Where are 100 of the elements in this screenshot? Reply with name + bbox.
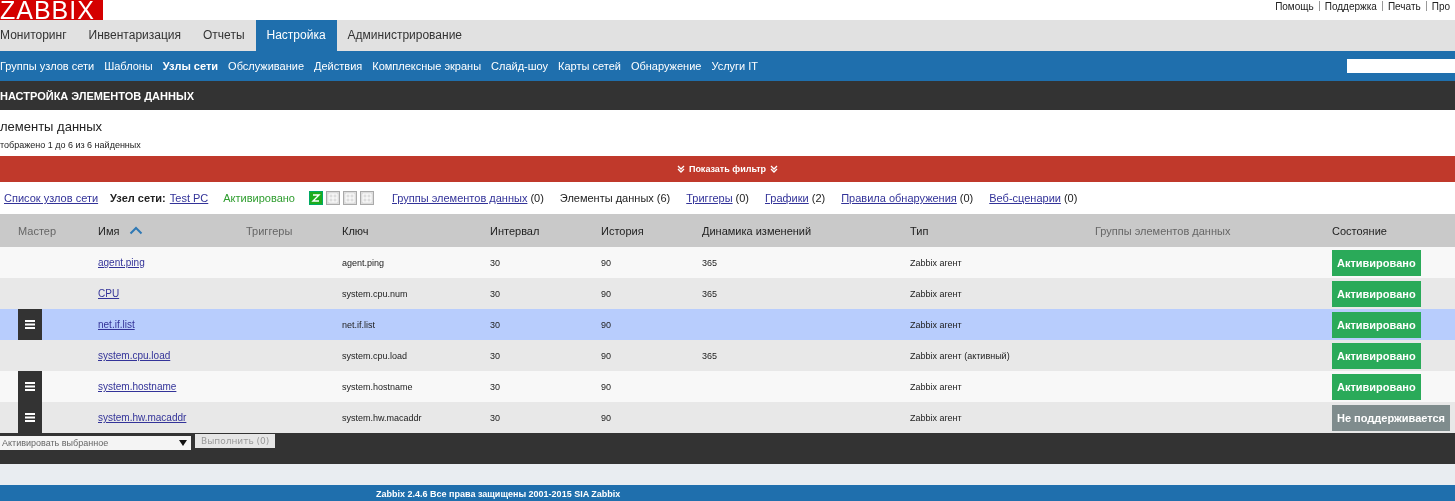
table-cell: Zabbix агент [910,288,962,299]
host-nav-link[interactable]: Правила обнаружения [841,192,957,204]
grid-icon [343,191,357,205]
host-link[interactable]: Test PC [169,192,209,204]
host-nav-link[interactable]: Группы элементов данных [392,192,528,204]
table-row[interactable]: net.if.list net.if.list 30 90 Zabbix агент Активировано [0,309,1455,340]
main-menu-tab[interactable]: Инвентаризация [77,20,193,51]
top-link[interactable]: Печать [1382,0,1426,12]
item-name-link[interactable]: system.cpu.load [98,350,171,361]
submenu-item[interactable]: Действия [309,60,368,72]
item-count: (6) [656,192,671,204]
host-nav-link[interactable]: Графики [765,192,809,204]
table-row[interactable]: agent.ping agent.ping 30 90 365 Zabbix агент Активировано [0,247,1455,278]
column-header: Интервал [490,224,540,237]
submenu-item[interactable]: Услуги IT [706,60,764,72]
column-header: История [601,224,644,237]
grid-icon [360,191,374,205]
table-cell: Zabbix агент [910,381,962,392]
item-name-link[interactable]: CPU [98,288,120,299]
host-nav-link[interactable]: Триггеры [686,192,733,204]
submenu-item[interactable]: Обнаружение [625,60,707,72]
table-cell: system.cpu.load [342,350,408,361]
table-cell: Zabbix агент [910,257,962,268]
main-menu-tab[interactable]: Мониторинг [0,20,78,51]
zabbix-logo[interactable]: ZABBIX [0,0,103,20]
menu-icon [25,413,35,422]
table-cell: 90 [601,319,611,330]
footer-text: Zabbix 2.4.6 Все права защищены 2001-2015 SIA Zabbix [376,488,621,499]
top-link[interactable]: Помощь [1270,0,1319,12]
item-name-link[interactable]: system.hw.macaddr [98,412,187,423]
table-cell: Zabbix агент (активный) [910,350,1010,361]
submenu-item[interactable]: Обслуживание [223,60,310,72]
table-cell: system.hostname [342,381,413,392]
top-link[interactable]: Поддержка [1319,0,1382,12]
menu-icon [25,382,35,391]
column-header: Ключ [342,224,369,237]
submenu-item[interactable]: Слайд-шоу [486,60,554,72]
table-cell: 30 [490,350,500,361]
chevron-down-icon [770,165,779,173]
item-name-link[interactable]: net.if.list [98,319,135,330]
table-cell: 30 [490,381,500,392]
item-count: (0) [959,192,974,204]
table-cell: system.cpu.num [342,288,408,299]
item-count: (0) [530,192,544,204]
table-cell: 30 [490,257,500,268]
item-count: (2) [811,192,826,204]
table-cell: 90 [601,381,611,392]
item-count: (0) [735,192,749,204]
menu-button[interactable] [18,309,42,340]
column-header: Тип [910,224,929,237]
submenu-item[interactable]: Шаблоны [99,60,158,72]
main-menu-tab[interactable]: Настройка [255,20,337,51]
host-label: Узел сети: [110,192,166,204]
item-name-link[interactable]: agent.ping [98,257,145,268]
host-nav-current: Элементы данных [559,192,654,204]
table-row[interactable]: system.hw.macaddr system.hw.macaddr 30 90 Zabbix агент Не поддерживается [0,402,1455,433]
host-list-link[interactable]: Список узлов сети [4,192,99,204]
action-select[interactable]: Активировать выбранное [0,436,191,450]
item-name-link[interactable]: system.hostname [98,381,177,392]
table-cell: 90 [601,288,611,299]
table-row[interactable]: CPU system.cpu.num 30 90 365 Zabbix агент Активировано [0,278,1455,309]
column-header: Динамика изменений [702,224,812,237]
column-header: Мастер [18,224,57,237]
table-cell: Zabbix агент [910,319,962,330]
table-row[interactable]: system.hostname system.hostname 30 90 Zabbix агент Активировано [0,371,1455,402]
table-cell: 30 [490,319,500,330]
main-menu-tab[interactable]: Отчеты [192,20,256,51]
menu-button[interactable] [18,402,42,433]
chevron-down-icon [676,165,685,173]
table-cell: 30 [490,412,500,423]
item-count: (0) [1063,192,1078,204]
page-header: НАСТРОЙКА ЭЛЕМЕНТОВ ДАННЫХ [0,89,195,102]
menu-icon [25,320,35,329]
grid-icon [326,191,340,205]
table-cell: 365 [702,350,718,361]
filter-toggle[interactable]: Показать фильтр [0,156,1455,182]
table-cell: agent.ping [342,257,385,268]
submenu-item[interactable]: Карты сетей [553,60,626,72]
host-nav-link[interactable]: Веб-сценарии [989,192,1061,204]
table-cell: Zabbix агент [910,412,962,423]
search-field[interactable] [1347,59,1455,73]
table-cell: 90 [601,412,611,423]
table-cell: 365 [702,288,718,299]
table-cell: 90 [601,350,611,361]
column-header: Состояние [1332,224,1387,237]
submenu-item[interactable]: Группы узлов сети [0,60,100,72]
submenu-item[interactable]: Узлы сети [157,60,224,72]
submenu-item[interactable]: Комплексные экраны [367,60,487,72]
table-row[interactable]: system.cpu.load system.cpu.load 30 90 365 Zabbix агент (активный) Активировано [0,340,1455,371]
table-cell: 365 [702,257,718,268]
top-link[interactable]: Про [1426,0,1455,12]
table-cell: net.if.list [342,319,375,330]
main-menu-tab[interactable]: Администрирование [336,20,474,51]
table-cell: 30 [490,288,500,299]
column-header: Группы элементов данных [1095,224,1231,237]
section-title: лементы данных [0,118,104,134]
host-status: Активировано [223,192,295,204]
column-header: Триггеры [246,224,293,237]
menu-button[interactable] [18,371,42,402]
table-cell: 90 [601,257,611,268]
